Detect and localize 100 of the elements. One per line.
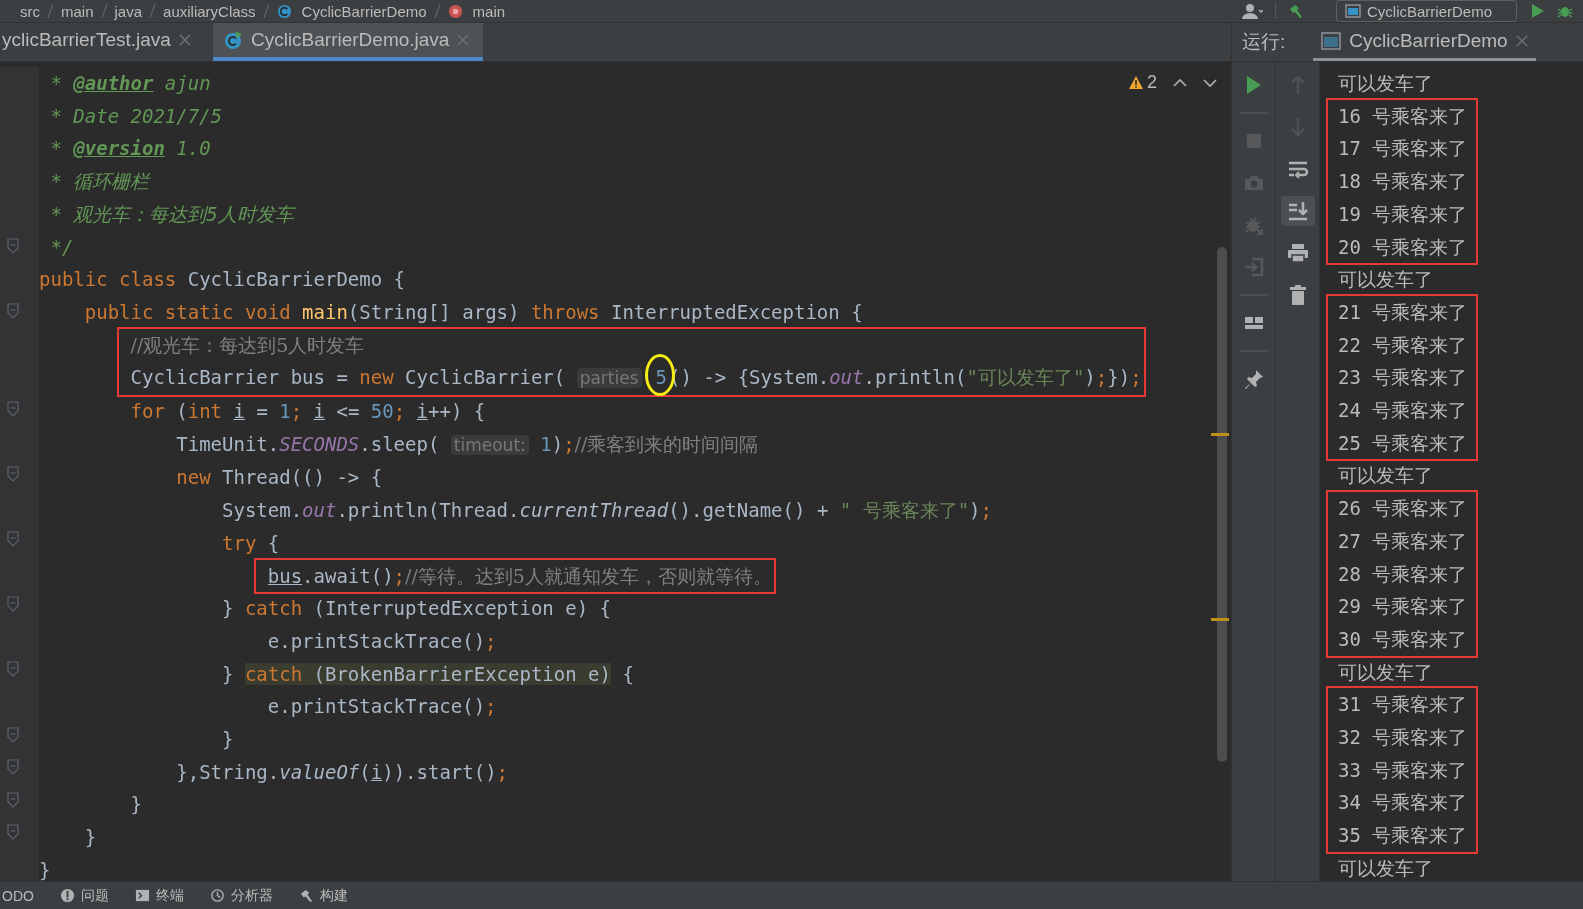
- output-line: 23 号乘客来了: [1337, 365, 1469, 391]
- code-line: }: [39, 857, 51, 883]
- code-line: e.printStackTrace();: [267, 694, 497, 720]
- warning-marker[interactable]: [1211, 433, 1229, 436]
- clock-icon: [209, 888, 225, 903]
- close-icon[interactable]: [178, 34, 191, 46]
- output-line: 可以发车了: [1337, 855, 1434, 881]
- tool-window-button[interactable]: 问题: [59, 886, 109, 905]
- code-line: //观光车：每达到5人时发车: [130, 333, 365, 356]
- warning-icon: [1128, 75, 1144, 90]
- breadcrumb-item[interactable]: java: [114, 2, 143, 20]
- output-line: 20 号乘客来了: [1337, 234, 1469, 260]
- output-line: 29 号乘客来了: [1337, 594, 1469, 620]
- code-line: }: [84, 825, 97, 851]
- window-icon: [1321, 31, 1342, 50]
- terminal-icon: [134, 888, 150, 903]
- run-tab[interactable]: CyclicBarrierDemo: [1313, 23, 1536, 61]
- breadcrumb-item[interactable]: src: [20, 2, 40, 20]
- output-line: 30 号乘客来了: [1337, 626, 1469, 652]
- code-line: } catch (BrokenBarrierException e) {: [222, 661, 634, 687]
- tool-window-button[interactable]: ODO: [2, 887, 34, 904]
- fold-icon[interactable]: [6, 824, 19, 841]
- output-line: 26 号乘客来了: [1337, 496, 1469, 522]
- java-class-icon: [222, 30, 243, 50]
- output-line: 24 号乘客来了: [1337, 398, 1469, 424]
- scrollbar-thumb[interactable]: [1217, 247, 1227, 762]
- tool-window-button[interactable]: 终端: [134, 886, 184, 905]
- fold-icon[interactable]: [6, 303, 19, 320]
- code-line: */: [50, 234, 74, 260]
- fold-icon[interactable]: [6, 791, 19, 808]
- class-icon: [276, 3, 292, 19]
- output-line: 16 号乘客来了: [1337, 103, 1469, 129]
- editor-tab[interactable]: CyclicBarrierDemo.java: [212, 23, 484, 61]
- output-line: 25 号乘客来了: [1337, 430, 1469, 456]
- printer-icon[interactable]: [1285, 241, 1310, 265]
- code-line: * Date 2021/7/5: [50, 103, 223, 129]
- method-icon: [447, 3, 463, 19]
- code-line: e.printStackTrace();: [267, 628, 497, 654]
- hammer-icon[interactable]: [1287, 3, 1304, 19]
- code-line: bus.await();//等待。达到5人就通知发车，否则就等待。: [267, 564, 772, 587]
- window-icon: [1344, 4, 1361, 18]
- output-line: 21 号乘客来了: [1337, 299, 1469, 325]
- warning-marker[interactable]: [1211, 618, 1229, 621]
- code-line: * @version 1.0: [50, 136, 211, 162]
- fold-icon[interactable]: [6, 238, 19, 255]
- fold-icon[interactable]: [6, 466, 19, 483]
- chevron-down-icon[interactable]: [1203, 77, 1217, 88]
- code-line: public static void main(String[] args) throws InterruptedException {: [84, 299, 863, 325]
- fold-icon[interactable]: [6, 531, 19, 548]
- code-line: System.out.println(Thread.currentThread().getName() + " 号乘客来了");: [222, 498, 992, 524]
- code-line: } catch (InterruptedException e) {: [222, 596, 611, 622]
- output-line: 可以发车了: [1337, 267, 1434, 293]
- editor-tab[interactable]: yclicBarrierTest.java: [0, 23, 205, 61]
- run-icon[interactable]: [1529, 3, 1545, 19]
- output-line: 32 号乘客来了: [1337, 725, 1469, 751]
- panel-title: 运行:: [1242, 30, 1286, 54]
- code-line: try {: [222, 530, 280, 556]
- fold-icon[interactable]: [6, 726, 19, 743]
- output-line: 可以发车了: [1337, 463, 1434, 489]
- output-line: 28 号乘客来了: [1337, 561, 1469, 587]
- code-line: TimeUnit.SECONDS.sleep( timeout: 1);//乘客到来的时间间隔: [176, 431, 759, 457]
- output-line: 19 号乘客来了: [1337, 201, 1469, 227]
- code-line: }: [130, 792, 142, 818]
- fold-icon[interactable]: [6, 400, 19, 417]
- code-line: * 循环栅栏: [50, 169, 150, 195]
- user-icon[interactable]: [1240, 3, 1263, 19]
- fold-icon[interactable]: [6, 759, 19, 776]
- output-line: 35 号乘客来了: [1337, 823, 1469, 849]
- output-line: 31 号乘客来了: [1337, 692, 1469, 718]
- code-line: public class CyclicBarrierDemo {: [39, 267, 406, 293]
- output-line: 34 号乘客来了: [1337, 790, 1469, 816]
- run-config-dropdown[interactable]: CyclicBarrierDemo: [1335, 0, 1517, 22]
- output-line: 22 号乘客来了: [1337, 332, 1469, 358]
- breadcrumb-item[interactable]: main: [61, 2, 94, 20]
- code-line: },String.valueOf(i)).start();: [176, 759, 509, 785]
- output-line: 27 号乘客来了: [1337, 528, 1469, 554]
- close-icon[interactable]: [457, 34, 470, 46]
- warning-count[interactable]: 2: [1128, 72, 1157, 93]
- breadcrumb-item[interactable]: CyclicBarrierDemo: [301, 2, 427, 20]
- code-line: for (int i = 1; i <= 50; i++) {: [130, 399, 486, 425]
- output-line: 可以发车了: [1337, 71, 1434, 96]
- fold-icon[interactable]: [6, 661, 19, 678]
- chevron-up-icon[interactable]: [1173, 77, 1187, 88]
- hammer-icon: [298, 888, 314, 903]
- close-icon[interactable]: [1515, 34, 1528, 47]
- output-line: 18 号乘客来了: [1337, 169, 1469, 195]
- output-line: 可以发车了: [1337, 659, 1434, 685]
- code-line: }: [222, 727, 234, 753]
- circle-mark: [645, 353, 675, 396]
- breadcrumb-item[interactable]: auxiliaryClass: [163, 2, 256, 20]
- tool-window-button[interactable]: 构建: [298, 886, 348, 905]
- fold-icon[interactable]: [6, 596, 19, 613]
- output-line: 17 号乘客来了: [1337, 136, 1469, 162]
- warning-circle-icon: [59, 888, 75, 903]
- code-line: new Thread(() -> {: [176, 465, 383, 491]
- code-line: * @author ajun: [50, 71, 211, 96]
- output-line: 33 号乘客来了: [1337, 757, 1469, 783]
- code-line: * 观光车：每达到5人时发车: [50, 201, 294, 227]
- tool-window-button[interactable]: 分析器: [209, 886, 273, 905]
- breadcrumb-item[interactable]: main: [472, 2, 506, 20]
